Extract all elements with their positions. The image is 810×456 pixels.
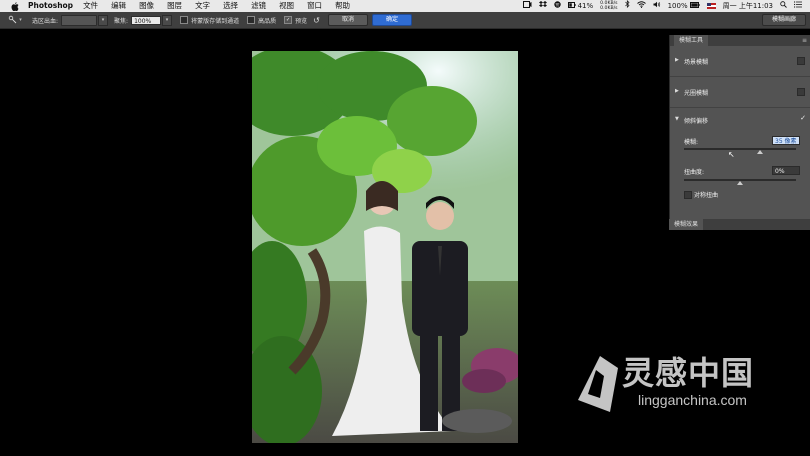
app-menu[interactable]: Photoshop [28, 0, 73, 12]
tilt-shift-label: 倾斜偏移 [684, 118, 709, 125]
blur-gallery-tab[interactable]: 模糊画廊 [762, 14, 806, 26]
watermark-logo-icon [578, 356, 618, 412]
menu-edit[interactable]: 编辑 [111, 0, 126, 12]
save-mask-checkbox[interactable] [180, 16, 189, 24]
network-speed: 0.0KB/s 0.0KB/s [600, 1, 617, 11]
cancel-button[interactable]: 取消 [328, 14, 368, 26]
blur-amount-input[interactable]: 35 像素 [772, 136, 800, 145]
focus-input[interactable]: 100% [131, 15, 162, 25]
blur-effects-panel-header: 模糊效果 [669, 219, 810, 230]
battery-full-status[interactable]: 100% [668, 0, 700, 12]
selection-bleed-label: 选区出血: [32, 17, 59, 25]
field-blur-checkbox[interactable] [797, 57, 805, 65]
high-quality-checkbox[interactable] [247, 16, 256, 24]
bluetooth-icon[interactable] [624, 0, 630, 12]
battery-percent: 41% [577, 2, 594, 10]
save-mask-label: 将蒙版存储到通道 [191, 17, 240, 25]
menu-image[interactable]: 图像 [139, 0, 154, 12]
menu-help[interactable]: 帮助 [335, 0, 350, 12]
dropbox-icon[interactable] [538, 0, 547, 12]
panel-header: 模糊工具 ≡ [670, 35, 810, 46]
tool-preset-picker[interactable]: ▾ [4, 15, 26, 26]
us-flag-icon[interactable] [706, 3, 716, 9]
tab-blur-tools[interactable]: 模糊工具 [674, 35, 709, 46]
high-quality-label: 高品质 [258, 17, 277, 25]
status-area: 41% 0.0KB/s 0.0KB/s 100% 周一 上午11:03 [522, 0, 802, 12]
menu-select[interactable]: 选择 [223, 0, 238, 12]
blur-amount-label: 模糊: [684, 139, 699, 146]
watermark-title: 灵感中国 [622, 354, 755, 392]
iris-blur-label: 光圈模糊 [684, 90, 709, 97]
preview-checkbox[interactable]: ✓ [284, 16, 293, 24]
volume-icon[interactable] [653, 0, 661, 12]
battery-icon [567, 0, 576, 12]
blur-tools-panel: 模糊工具 ≡ ▶ 场景模糊 ▶ 光圈模糊 ▼ 倾斜偏移 ✓ 模糊: 35 像素 … [669, 35, 810, 230]
ok-button[interactable]: 确定 [372, 14, 412, 26]
battery2-percent: 100% [667, 2, 688, 10]
selection-bleed-dropdown[interactable]: ▾ [98, 14, 109, 26]
panel-menu-icon[interactable]: ≡ [802, 35, 807, 46]
menu-file[interactable]: 文件 [83, 0, 98, 12]
focus-dropdown[interactable]: ▾ [162, 14, 173, 26]
net-down: 0.0KB/s [600, 6, 618, 11]
distortion-slider-thumb[interactable] [737, 181, 743, 185]
apple-icon[interactable] [10, 0, 20, 12]
expand-arrow-icon[interactable]: ▶ [675, 57, 679, 63]
notification-center-icon[interactable] [794, 0, 802, 12]
search-icon[interactable] [780, 0, 787, 12]
reset-pins-icon[interactable]: ↺ [313, 16, 320, 25]
screen-record-icon[interactable] [522, 0, 532, 12]
mouse-cursor-icon: ↖ [728, 150, 735, 159]
symmetric-distortion-checkbox[interactable] [684, 191, 692, 199]
distortion-input[interactable]: 0% [772, 166, 800, 175]
menu-window[interactable]: 窗口 [307, 0, 322, 12]
blur-amount-slider[interactable] [684, 148, 796, 154]
field-blur-section[interactable]: ▶ 场景模糊 [670, 46, 810, 77]
distortion-label: 扭曲度: [684, 169, 705, 176]
iris-blur-checkbox[interactable] [797, 88, 805, 96]
menu-type[interactable]: 文字 [195, 0, 210, 12]
menu-layer[interactable]: 图层 [167, 0, 182, 12]
field-blur-label: 场景模糊 [684, 59, 709, 66]
photo-canvas[interactable] [252, 51, 518, 443]
pin-tool-icon [8, 15, 17, 26]
battery-status[interactable]: 41% [567, 0, 594, 12]
watermark: 灵感中国 lingganchina.com [574, 348, 794, 423]
chevron-down-icon: ▾ [19, 17, 22, 23]
distortion-slider[interactable] [684, 179, 796, 185]
preview-label: 预览 [295, 17, 308, 25]
wifi-icon[interactable] [636, 0, 646, 12]
battery-full-icon [689, 0, 700, 12]
expand-arrow-icon[interactable]: ▶ [675, 88, 679, 94]
menu-view[interactable]: 视图 [279, 0, 294, 12]
selection-bleed-input[interactable] [61, 14, 98, 26]
tilt-shift-section[interactable]: ▼ 倾斜偏移 ✓ 模糊: 35 像素 ↖ 扭曲度: 0% 对称扭曲 [670, 108, 810, 221]
collapse-arrow-icon[interactable]: ▼ [675, 116, 679, 122]
symmetric-distortion-label: 对称扭曲 [694, 192, 719, 199]
tab-blur-effects[interactable]: 模糊效果 [669, 219, 704, 230]
menu-bar: Photoshop 文件 编辑 图像 图层 文字 选择 滤镜 视图 窗口 帮助 … [0, 0, 810, 12]
blur-slider-thumb[interactable] [757, 150, 764, 154]
menu-filter[interactable]: 滤镜 [251, 0, 266, 12]
iris-blur-section[interactable]: ▶ 光圈模糊 [670, 77, 810, 108]
wedding-photo [252, 51, 518, 443]
options-bar: ▾ 选区出血: ▾ 聚焦: 100% ▾ 将蒙版存储到通道 高品质 ✓ 预览 ↺… [0, 12, 810, 29]
watermark-url: lingganchina.com [638, 392, 747, 408]
clock[interactable]: 周一 上午11:03 [723, 0, 773, 12]
focus-label: 聚焦: [114, 17, 129, 25]
tilt-shift-enabled-check-icon[interactable]: ✓ [800, 114, 806, 122]
spotify-icon[interactable] [553, 0, 561, 12]
